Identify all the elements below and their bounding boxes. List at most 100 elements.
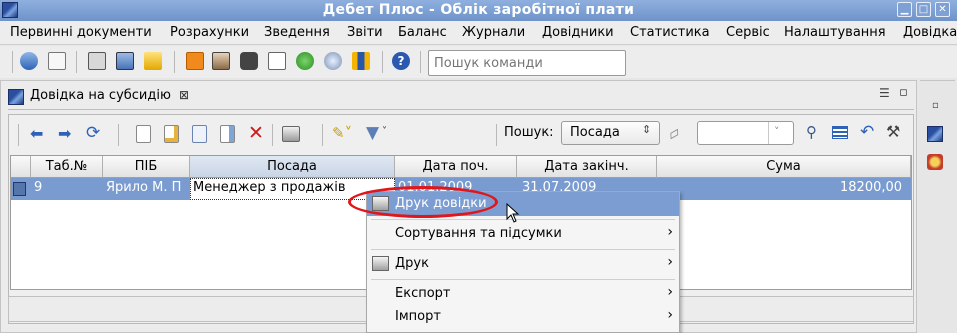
arrow-right-icon[interactable]: ➡ <box>58 124 71 143</box>
tab-subsidy-certificate[interactable]: Довідка на субсидію ⊠ <box>6 86 196 110</box>
panel-maximize-icon[interactable]: ▫ <box>899 85 908 100</box>
menu-journals[interactable]: Журнали <box>462 25 525 40</box>
new-record-icon[interactable] <box>136 125 151 143</box>
submenu-arrow-icon: › <box>667 254 673 270</box>
magic-wand-icon[interactable]: ✎˅ <box>332 124 352 142</box>
column-header-start-date[interactable]: Дата поч. <box>395 156 517 178</box>
column-header-tab-no[interactable]: Таб.№ <box>31 156 103 178</box>
close-button[interactable]: ✕ <box>935 2 950 17</box>
camera-icon[interactable] <box>240 52 258 70</box>
binoculars-icon[interactable]: ⚲ <box>806 123 817 141</box>
grid-toolbar-grip <box>18 124 19 146</box>
command-search[interactable] <box>428 50 626 76</box>
toolbar-separator <box>118 124 119 146</box>
cell-sum[interactable]: 18200,00 <box>840 180 902 195</box>
hammer-icon[interactable]: ⚒ <box>886 122 900 141</box>
cell-name[interactable]: Ярило М. П <box>106 180 188 195</box>
toolbar-separator <box>382 51 383 73</box>
arrow-left-icon[interactable]: ⬅ <box>30 124 43 143</box>
maximize-button[interactable]: □ <box>916 2 931 17</box>
calendar-icon[interactable] <box>268 52 286 70</box>
monitor-icon[interactable] <box>116 52 134 70</box>
delete-icon[interactable]: ✕ <box>248 122 264 144</box>
view-record-icon[interactable] <box>220 125 235 143</box>
wizard-icon[interactable] <box>144 52 162 70</box>
menu-primary-docs[interactable]: Первинні документи <box>10 25 152 40</box>
list-view-icon[interactable] <box>832 126 848 139</box>
new-document-icon[interactable] <box>48 52 66 70</box>
menu-calculations[interactable]: Розрахунки <box>170 25 249 40</box>
cell-tab-no[interactable]: 9 <box>34 180 42 195</box>
search-text-combo[interactable]: ˅ <box>697 121 794 145</box>
document-icon <box>8 89 24 105</box>
menu-separator <box>371 279 675 280</box>
toolbar-separator <box>174 51 175 73</box>
column-header-sum[interactable]: Сума <box>657 156 911 178</box>
command-search-input[interactable] <box>429 51 625 75</box>
menu-balance[interactable]: Баланс <box>398 25 447 40</box>
row-indicator-header <box>11 156 31 178</box>
column-header-name[interactable]: ПІБ <box>103 156 190 178</box>
menu-statistics[interactable]: Статистика <box>630 25 710 40</box>
menu-item-export[interactable]: Експорт › <box>367 282 679 306</box>
submenu-arrow-icon: › <box>667 224 673 240</box>
undo-icon[interactable]: ↶ <box>860 122 874 142</box>
tab-label: Довідка на субсидію <box>30 88 171 103</box>
highlight-ellipse <box>348 186 498 218</box>
row-selector[interactable] <box>13 182 26 196</box>
spin-arrows-icon: ⇕ <box>642 123 652 136</box>
sidebar-gift-icon[interactable] <box>927 154 943 170</box>
submenu-arrow-icon: › <box>667 284 673 300</box>
copy-record-icon[interactable] <box>192 125 207 143</box>
right-sidebar: ▫ <box>918 80 957 333</box>
search-field-select[interactable]: Посада ⇕ <box>561 121 660 145</box>
sidebar-document-icon[interactable] <box>927 126 943 142</box>
menu-item-print[interactable]: Друк › <box>367 252 679 276</box>
window-title: Дебет Плюс - Облік заробітної плати <box>322 2 635 18</box>
menu-item-label: Імпорт <box>395 309 441 324</box>
filter-dropdown-icon[interactable]: ˅ <box>382 126 387 137</box>
menu-settings[interactable]: Налаштування <box>784 25 886 40</box>
register-icon[interactable] <box>88 52 106 70</box>
minimize-button[interactable]: ▁ <box>897 2 912 17</box>
toolbar-separator <box>322 124 323 146</box>
menu-directories[interactable]: Довідники <box>542 25 614 40</box>
chevron-down-icon[interactable]: ˅ <box>774 125 780 138</box>
tab-divider <box>8 109 914 110</box>
menu-summary[interactable]: Зведення <box>264 25 330 40</box>
menu-help[interactable]: Довідка <box>903 25 957 40</box>
submenu-arrow-icon: › <box>667 307 673 323</box>
menu-separator <box>371 219 675 220</box>
search-icon[interactable] <box>324 52 342 70</box>
menu-item-import[interactable]: Імпорт › <box>367 305 679 329</box>
menu-item-sorting-totals[interactable]: Сортування та підсумки › <box>367 222 679 246</box>
menu-service[interactable]: Сервіс <box>726 25 770 40</box>
filter-icon[interactable]: ▼ <box>366 123 379 143</box>
combo-divider <box>768 122 769 144</box>
toolbar-separator <box>76 51 77 73</box>
help-icon[interactable]: ? <box>392 52 410 70</box>
sidebar-restore-icon[interactable]: ▫ <box>932 100 939 111</box>
refresh-icon[interactable]: ⟳ <box>86 123 100 143</box>
menu-item-label: Експорт <box>395 286 451 301</box>
column-header-end-date[interactable]: Дата закінч. <box>517 156 657 178</box>
employee-card-icon[interactable] <box>212 52 230 70</box>
panel-menu-icon[interactable]: ☰ <box>879 86 890 100</box>
menu-reports[interactable]: Звіти <box>347 25 383 40</box>
column-header-position[interactable]: Посада <box>190 156 395 178</box>
toolbar-separator <box>420 51 421 73</box>
menu-bar: Первинні документи Розрахунки Зведення З… <box>0 21 957 45</box>
orange-box-icon[interactable] <box>186 52 204 70</box>
search-field-value: Посада <box>570 125 620 140</box>
edit-record-icon[interactable] <box>164 125 179 143</box>
title-bar: Дебет Плюс - Облік заробітної плати ▁ □ … <box>0 0 957 21</box>
menu-item-label: Сортування та підсумки <box>395 226 562 241</box>
database-icon[interactable] <box>20 52 38 70</box>
toolbar-grip <box>12 51 13 73</box>
sidebar-border <box>920 80 955 81</box>
tools-icon[interactable] <box>352 52 370 70</box>
printer-icon[interactable] <box>282 126 300 142</box>
tab-close-icon[interactable]: ⊠ <box>179 88 189 102</box>
add-user-icon[interactable] <box>296 52 314 70</box>
mouse-cursor-icon <box>506 203 520 223</box>
